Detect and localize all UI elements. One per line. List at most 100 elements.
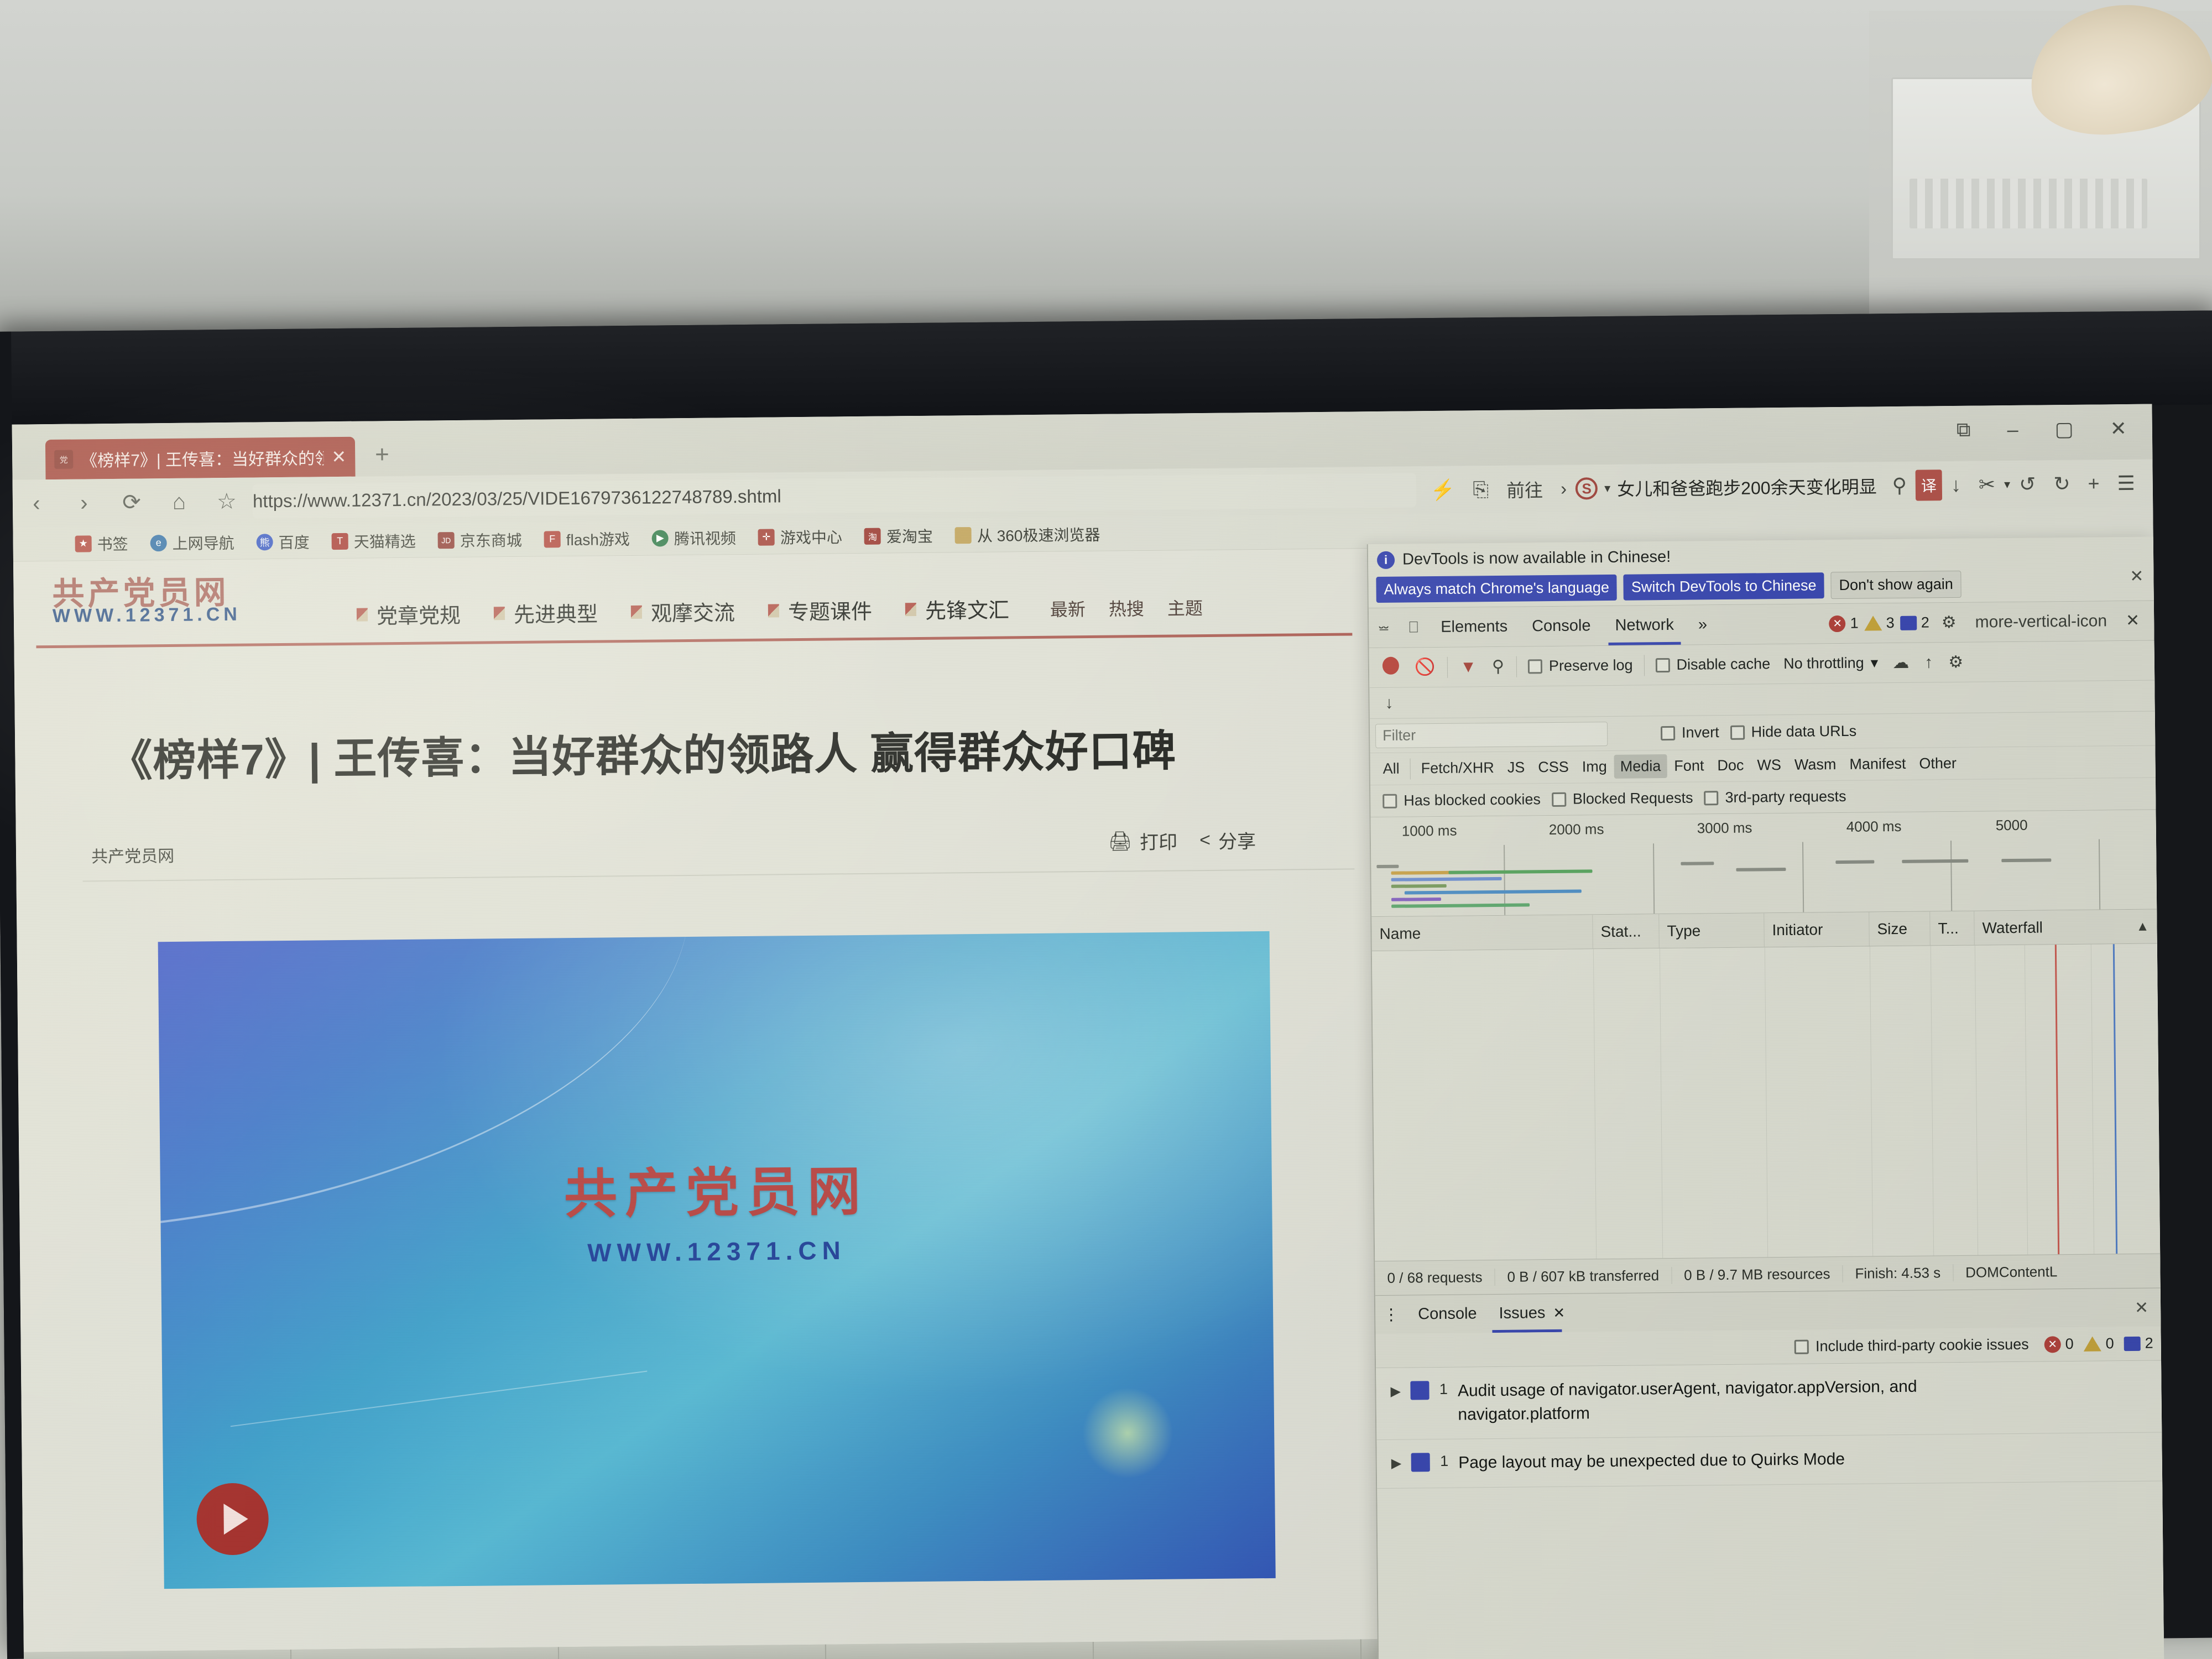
restore-down-icon[interactable]: ⧉ [1957,418,1971,442]
type-filter-other[interactable]: Other [1913,752,1963,776]
screenshot-icon[interactable]: ⎘ [1464,477,1498,502]
site-nav-newest[interactable]: 最新 [1050,596,1086,622]
search-engine-caret-icon[interactable]: ▾ [1604,481,1610,495]
bookmark-item[interactable]: T 天猫精选 [321,529,427,552]
site-nav-item-xianjindianxing[interactable]: 先进典型 [493,597,598,629]
go-button[interactable]: 前往 [1498,476,1552,503]
play-icon[interactable] [196,1483,269,1556]
blocked-requests-checkbox[interactable]: Blocked Requests [1546,789,1699,808]
third-party-requests-checkbox[interactable]: 3rd-party requests [1698,788,1851,807]
message-badge[interactable]: 2 [1900,614,1929,632]
share-button[interactable]: < 分享 [1199,826,1256,854]
drawer-tab-issues[interactable]: Issues ✕ [1488,1294,1576,1333]
import-har-icon[interactable]: ↑ [1918,653,1939,672]
bookmark-item[interactable]: ✛ 游戏中心 [747,525,853,549]
type-filter-media[interactable]: Media [1614,754,1667,779]
lightning-icon[interactable]: ⚡ [1421,478,1464,502]
column-header-name[interactable]: Name [1371,915,1593,951]
bookmark-folder-item[interactable]: 从 360极速浏览器 [944,523,1112,546]
tab-close-icon[interactable]: ✕ [331,446,346,467]
invert-checkbox[interactable]: Invert [1655,724,1725,742]
type-filter-font[interactable]: Font [1668,754,1710,778]
drawer-tab-close-icon[interactable]: ✕ [1553,1305,1565,1322]
drawer-close-icon[interactable]: ✕ [2135,1298,2148,1318]
column-header-time[interactable]: T... [1930,911,1975,946]
type-filter-wasm[interactable]: Wasm [1788,753,1843,777]
tab-network[interactable]: Network [1603,606,1686,645]
type-filter-all[interactable]: All [1376,757,1405,781]
site-nav-hot[interactable]: 热搜 [1109,595,1144,621]
menu-icon[interactable]: ☰ [2108,472,2144,495]
site-nav-item-zhuantikejian[interactable]: 专题课件 [768,594,873,626]
preserve-log-checkbox[interactable]: Preserve log [1522,656,1639,675]
translate-icon[interactable]: 译 [1915,469,1943,501]
search-engine-icon[interactable]: S [1575,477,1598,500]
error-badge[interactable]: ✕ 1 [1829,615,1859,633]
site-nav-topic[interactable]: 主题 [1167,594,1203,620]
new-tab-button[interactable]: + [375,441,389,476]
minimize-icon[interactable]: – [2007,418,2018,441]
bookmark-item[interactable]: JD 京东商城 [427,528,533,551]
taskbar-item[interactable] [1093,1639,1362,1659]
network-overview-timeline[interactable]: 1000 ms 2000 ms 3000 ms 4000 ms 5000 [1370,810,2157,917]
wifi-icon[interactable]: ☁ [1886,653,1916,673]
device-toolbar-icon[interactable]: ⎕ [1399,618,1428,637]
address-bar[interactable]: https://www.12371.cn/2023/03/25/VIDE1679… [252,473,1416,519]
column-header-initiator[interactable]: Initiator [1764,912,1870,947]
issue-row[interactable]: ▶ 1 Audit usage of navigator.userAgent, … [1376,1360,2162,1441]
search-box[interactable]: S ▾ 女儿和爸爸跑步200余天变化明显 ⚲ [1575,473,1916,502]
switch-to-chinese-button[interactable]: Switch DevTools to Chinese [1623,572,1824,601]
add-icon[interactable]: + [2079,472,2108,495]
video-player[interactable]: 共产党员网 WWW.12371.CN [158,931,1276,1589]
banner-close-icon[interactable]: ✕ [2130,567,2143,586]
dont-show-again-button[interactable]: Don't show again [1830,570,1962,599]
forward-icon[interactable]: › [60,491,108,516]
include-third-party-cookie-issues-checkbox[interactable]: Include third-party cookie issues [1789,1336,2034,1355]
always-match-language-button[interactable]: Always match Chrome's language [1376,574,1618,603]
tab-elements[interactable]: Elements [1428,607,1520,648]
devtools-close-icon[interactable]: ✕ [2119,611,2146,630]
type-filter-ws[interactable]: WS [1751,753,1787,778]
type-filter-js[interactable]: JS [1501,755,1531,780]
column-header-size[interactable]: Size [1869,911,1931,946]
drawer-kebab-icon[interactable]: ⋮ [1375,1296,1407,1334]
has-blocked-cookies-checkbox[interactable]: Has blocked cookies [1377,791,1546,810]
expand-arrow-icon[interactable]: ▶ [1390,1380,1401,1400]
back-icon[interactable]: ‹ [13,491,60,516]
taskbar-item[interactable] [291,1647,559,1659]
issue-row[interactable]: ▶ 1 Page layout may be unexpected due to… [1376,1432,2163,1489]
search-icon[interactable]: ⚲ [1485,657,1511,676]
filter-icon[interactable]: ▼ [1453,658,1483,677]
column-header-waterfall[interactable]: Waterfall [1974,910,2136,945]
bookmark-item[interactable]: 淘爱淘宝 [853,524,944,547]
bookmark-item[interactable]: Fflash游戏 [533,527,641,550]
clear-icon[interactable]: 🚫 [1408,658,1442,677]
bookmark-item[interactable]: ★ 书签 [64,532,139,555]
disable-cache-checkbox[interactable]: Disable cache [1650,655,1776,674]
more-vertical-icon[interactable]: more-vertical-icon [1969,612,2114,632]
home-icon[interactable]: ⌂ [155,489,203,515]
warning-badge[interactable]: 3 [1864,614,1895,632]
reload-icon[interactable]: ⟳ [108,489,155,515]
site-nav-item-dangzhangdanggui[interactable]: 党章党规 [356,598,461,630]
bookmark-item[interactable]: e 上网导航 [139,531,246,554]
undo-icon[interactable]: ↺ [2010,472,2045,496]
tab-console[interactable]: Console [1520,606,1603,646]
throttling-select[interactable]: No throttling ▾ [1778,654,1884,672]
browser-tab-active[interactable]: 党 《榜样7》| 王传喜：当好群众的领 ✕ [45,436,356,480]
maximize-icon[interactable]: ▢ [2054,417,2073,440]
site-nav-item-guanmojiaoliu[interactable]: 观摩交流 [630,596,735,627]
search-icon[interactable]: ⚲ [1883,474,1916,498]
site-nav-item-xianfengwenhui[interactable]: 先锋文汇 [905,593,1010,624]
refresh-circle-icon[interactable]: ↻ [2044,472,2079,496]
expand-arrow-icon[interactable]: ▶ [1391,1452,1402,1472]
more-tabs-icon[interactable]: » [1686,605,1720,645]
bookmark-item[interactable]: ▶ 腾讯视频 [641,526,747,549]
network-table-body[interactable] [1371,943,2161,1261]
type-filter-img[interactable]: Img [1576,755,1613,779]
column-header-status[interactable]: Stat... [1593,914,1660,949]
taskbar-item[interactable] [826,1642,1094,1659]
filter-input[interactable]: Filter [1375,721,1608,748]
print-button[interactable]: 🖨 打印 [1108,827,1178,855]
column-header-type[interactable]: Type [1659,913,1765,948]
